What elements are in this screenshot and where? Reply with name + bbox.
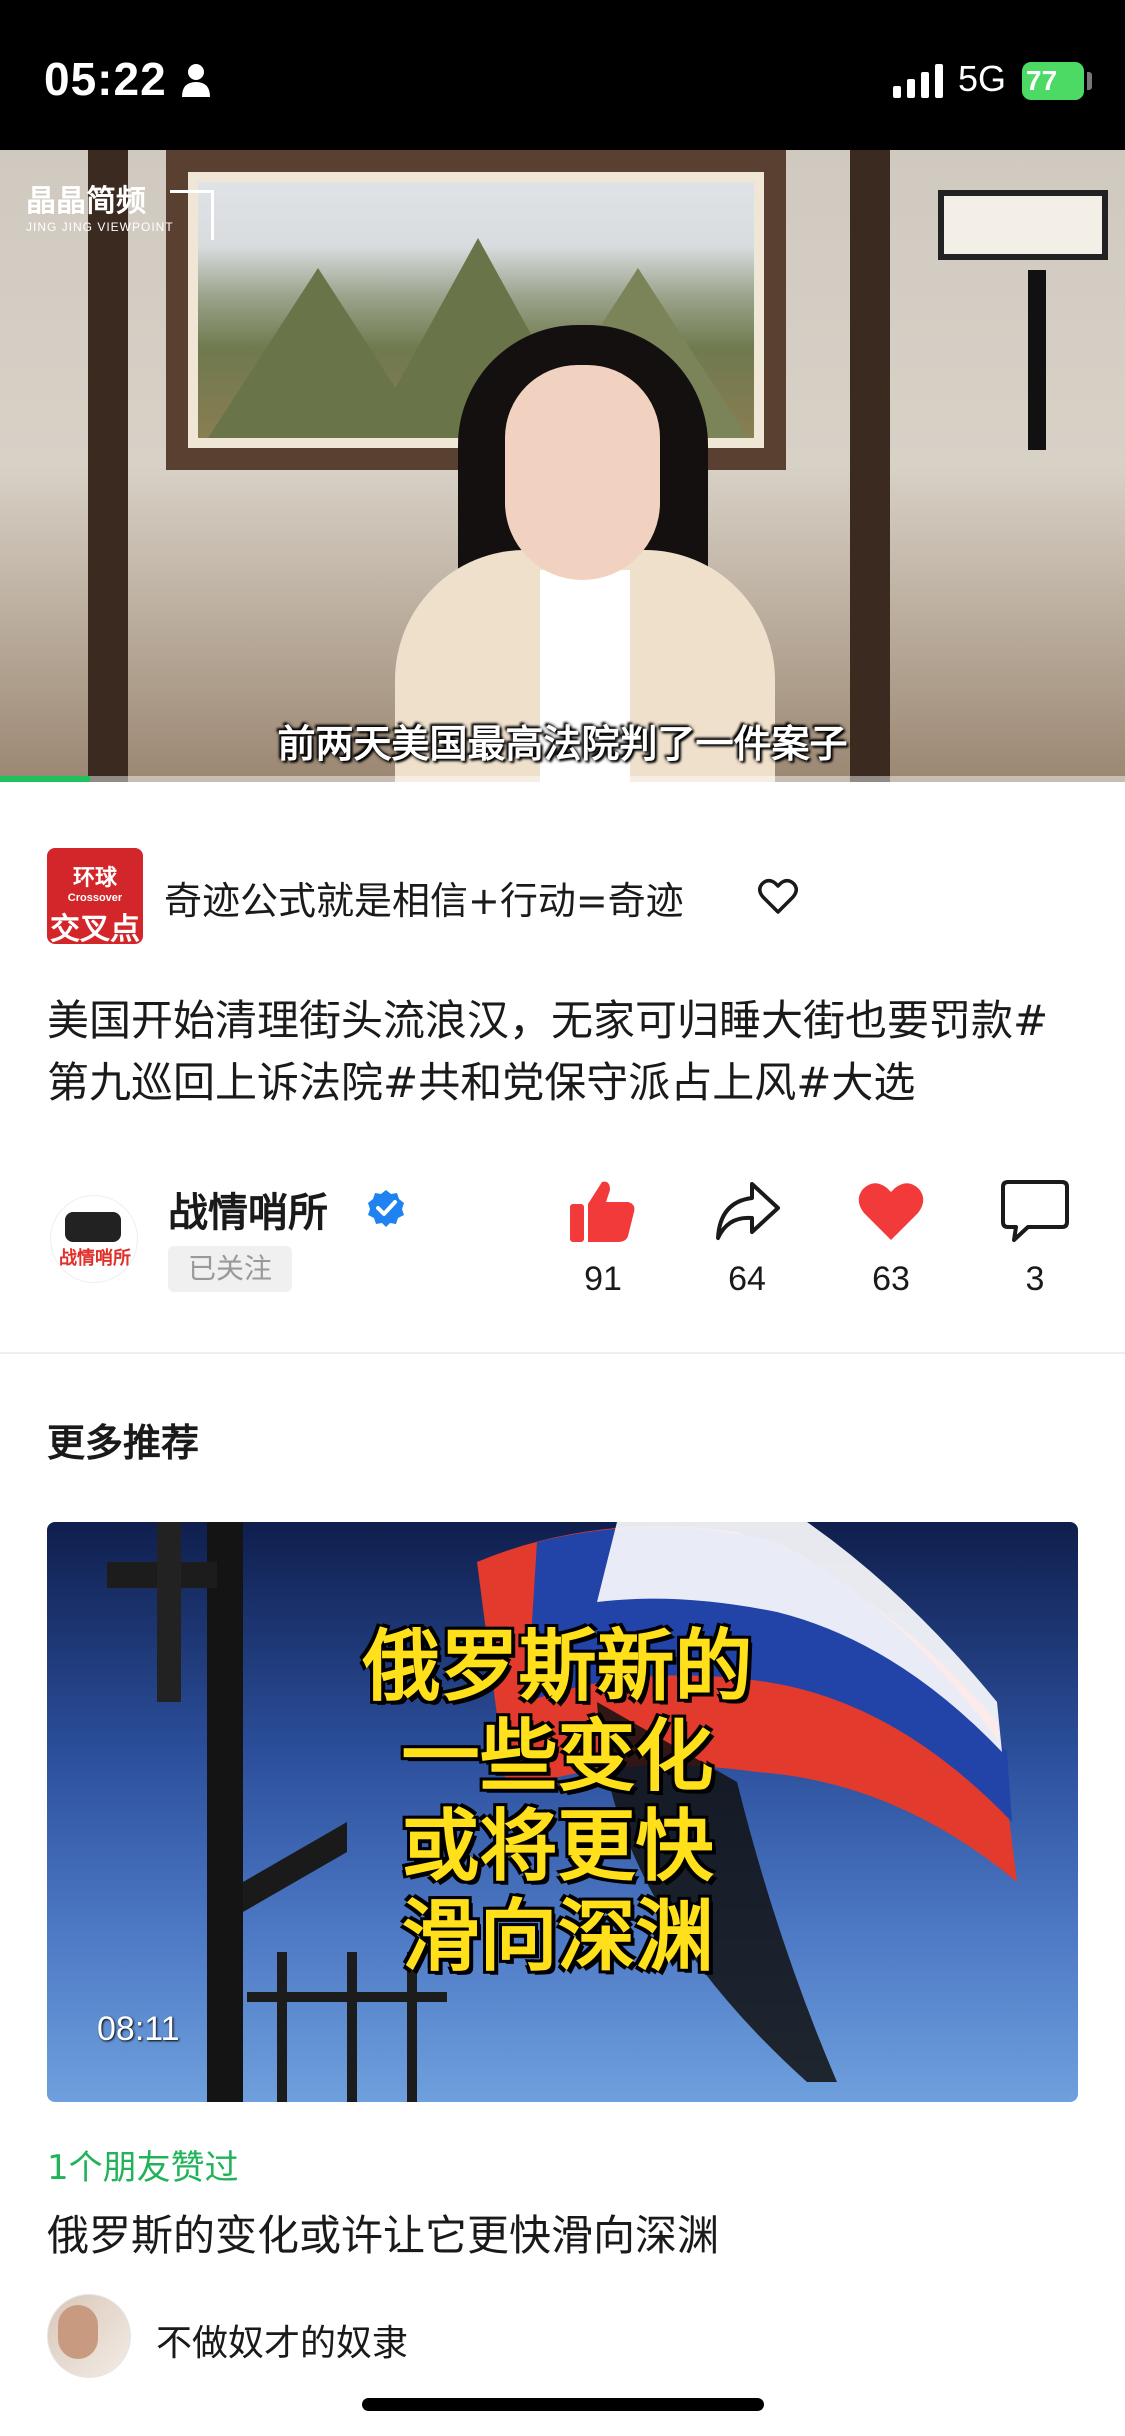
video-player[interactable]: 晶晶简频 JING JING VIEWPOINT 前两天美国最高法院判了一件案子 [0,150,1125,782]
account-avatar-text-sub: Crossover [67,892,123,904]
video-description: 美国开始清理街头流浪汉，无家可归睡大街也要罚款#第九巡回上诉法院#共和党保守派占… [47,996,1049,1107]
thumbnail-caption: 俄罗斯新的 一些变化 或将更快 滑向深渊 [47,1622,1078,1982]
comment-button[interactable]: 3 [980,1178,1090,1299]
thumbnail-caption-line: 一些变化 [401,1712,714,1802]
recommended-video-title[interactable]: 俄罗斯的变化或许让它更快滑向深渊 [47,2202,719,2263]
cellular-signal-icon [893,64,943,98]
person-icon [182,64,210,97]
recommended-author-name[interactable]: 不做奴才的奴隶 [156,2314,408,2366]
like-count: 91 [584,1260,622,1298]
section-divider [0,1352,1125,1354]
battery-cap [1087,72,1092,90]
status-bar: 05:22 5G 77 [0,0,1125,150]
channel-watermark: 晶晶简频 JING JING VIEWPOINT [26,176,174,234]
presenter-face [505,365,660,580]
lamp-tassel [1028,270,1046,450]
heart-outline-icon[interactable] [757,876,799,916]
heart-icon [858,1183,924,1240]
follow-status-button[interactable]: 已关注 [168,1246,292,1292]
share-button[interactable]: 64 [692,1178,802,1299]
video-progress-bar[interactable] [0,776,1125,782]
recommended-author-avatar[interactable] [47,2294,131,2378]
wall-panel [88,150,128,782]
author-name[interactable]: 战情哨所 [168,1180,328,1238]
battery-level: 77 [1022,62,1084,100]
author-avatar[interactable]: 战情哨所 [50,1195,138,1283]
video-progress-fill [0,776,90,782]
recommended-video-thumbnail[interactable]: 俄罗斯新的 一些变化 或将更快 滑向深渊 08:11 [47,1522,1078,2102]
watermark-frame [170,190,214,240]
friend-like-note: 1个朋友赞过 [47,2148,239,2188]
like-button[interactable]: 91 [548,1178,658,1299]
author-avatar-text: 战情哨所 [59,1248,131,1269]
channel-watermark-title: 晶晶简频 [26,184,146,219]
verified-badge-icon [368,1190,404,1227]
account-avatar[interactable]: 环球 Crossover 交叉点 [47,848,143,947]
account-avatar-text-top: 环球 [72,866,117,891]
section-title-more-recommendations: 更多推荐 [47,1421,200,1465]
thumbnail-caption-line: 俄罗斯新的 [362,1622,753,1712]
wall-panel [850,150,890,782]
share-icon [716,1182,780,1240]
favorite-count: 63 [872,1260,910,1298]
account-avatar-text-bottom: 交叉点 [50,912,140,947]
network-type: 5G [958,58,1007,99]
wall-lamp [938,190,1108,260]
thumbnail-caption-line: 滑向深渊 [401,1892,714,1982]
status-time: 05:22 [44,53,167,105]
thumbnail-caption-line: 或将更快 [401,1802,714,1892]
video-duration: 08:11 [97,2010,180,2048]
favorite-button[interactable]: 63 [836,1178,946,1299]
home-indicator [362,2398,764,2411]
comment-count: 3 [1025,1260,1045,1298]
video-subtitle: 前两天美国最高法院判了一件案子 [277,722,848,766]
share-count: 64 [728,1260,766,1298]
account-name[interactable]: 奇迹公式就是相信+行动=奇迹 [164,870,684,925]
comment-icon [1001,1180,1069,1242]
thumbs-up-icon [570,1181,635,1242]
channel-watermark-subtitle: JING JING VIEWPOINT [26,220,174,234]
